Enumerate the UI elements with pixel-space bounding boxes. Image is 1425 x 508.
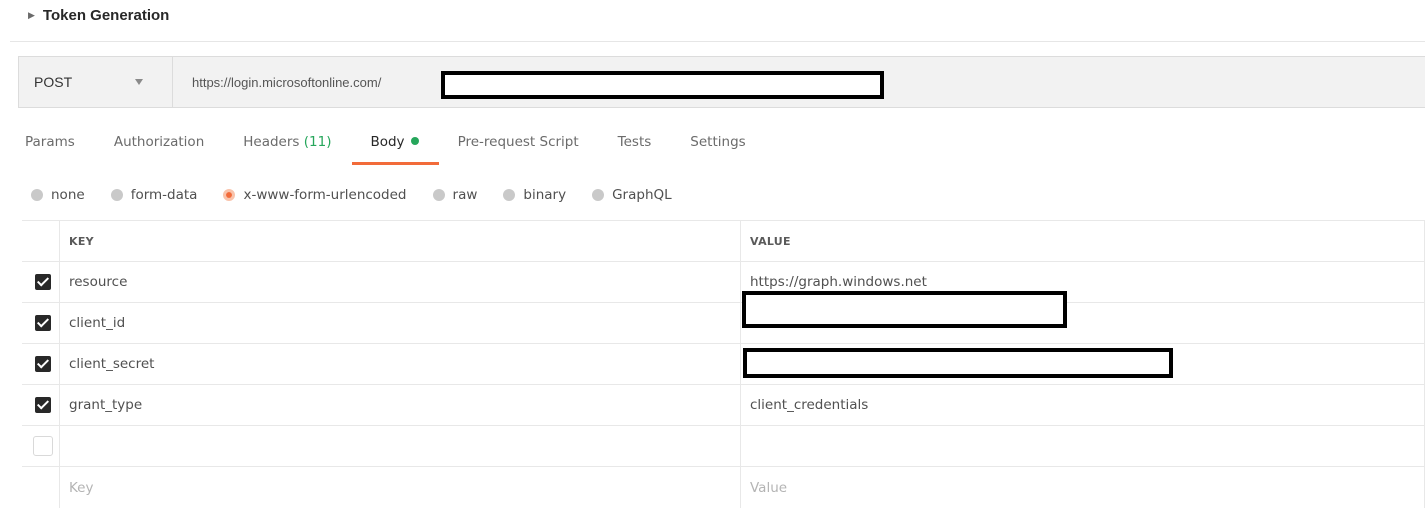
radio-raw[interactable]: raw xyxy=(432,187,477,203)
key-cell[interactable]: client_secret xyxy=(60,344,741,384)
tab-body[interactable]: Body xyxy=(352,134,439,165)
value-cell[interactable] xyxy=(741,344,1425,384)
request-bar: POST https://login.microsoftonline.com/ xyxy=(18,56,1425,108)
value-cell[interactable] xyxy=(741,291,1425,343)
params-table: KEY VALUE resource https://graph.windows… xyxy=(22,220,1425,508)
request-title[interactable]: Token Generation xyxy=(43,7,169,24)
checkbox-unchecked-icon[interactable] xyxy=(32,436,53,456)
key-cell[interactable] xyxy=(60,426,741,466)
radio-none[interactable]: none xyxy=(31,187,85,203)
key-cell[interactable]: grant_type xyxy=(60,385,741,425)
radio-button-icon[interactable] xyxy=(503,189,516,201)
tab-headers[interactable]: Headers (11) xyxy=(243,134,331,164)
column-header-value: VALUE xyxy=(741,221,1425,261)
tab-pre-request-script[interactable]: Pre-request Script xyxy=(458,134,579,164)
redacted-client-id-box xyxy=(742,291,1067,328)
key-cell[interactable]: resource xyxy=(60,262,741,302)
radio-x-www-form-urlencoded[interactable]: x-www-form-urlencoded xyxy=(223,187,407,203)
body-type-selector: none form-data x-www-form-urlencoded raw… xyxy=(31,185,698,205)
url-input[interactable]: https://login.microsoftonline.com/ xyxy=(173,57,1425,107)
tab-tests[interactable]: Tests xyxy=(618,134,652,164)
checkbox-checked-icon[interactable] xyxy=(34,356,51,372)
request-tabs: Params Authorization Headers (11) Body P… xyxy=(25,134,785,165)
value-cell[interactable] xyxy=(741,426,1425,466)
key-cell[interactable]: client_id xyxy=(60,303,741,343)
new-value-input[interactable]: Value xyxy=(741,467,1425,508)
checkbox-checked-icon[interactable] xyxy=(34,274,51,290)
table-row: resource https://graph.windows.net xyxy=(22,262,1425,303)
triangle-right-icon[interactable]: ▶ xyxy=(28,11,35,21)
radio-graphql[interactable]: GraphQL xyxy=(592,187,672,203)
chevron-down-icon xyxy=(135,79,143,85)
collection-request-header[interactable]: ▶ Token Generation xyxy=(28,4,169,26)
checkbox-checked-icon[interactable] xyxy=(34,397,51,413)
new-key-input[interactable]: Key xyxy=(60,467,741,508)
radio-button-icon[interactable] xyxy=(31,189,43,201)
tab-authorization[interactable]: Authorization xyxy=(114,134,204,164)
headers-count: (11) xyxy=(303,134,332,150)
table-row xyxy=(22,426,1425,467)
table-header-row: KEY VALUE xyxy=(22,220,1425,262)
tab-params[interactable]: Params xyxy=(25,134,75,164)
divider xyxy=(10,41,1425,42)
radio-button-icon[interactable] xyxy=(592,189,605,201)
radio-binary[interactable]: binary xyxy=(503,187,566,203)
column-header-key: KEY xyxy=(60,221,741,261)
status-dot-icon xyxy=(410,137,419,145)
radio-button-icon[interactable] xyxy=(110,189,123,201)
radio-form-data[interactable]: form-data xyxy=(110,187,197,203)
radio-button-icon[interactable] xyxy=(432,189,445,201)
url-text: https://login.microsoftonline.com/ xyxy=(192,74,382,90)
redacted-client-secret-box xyxy=(743,348,1173,378)
tab-settings[interactable]: Settings xyxy=(690,134,745,164)
table-row: grant_type client_credentials xyxy=(22,385,1425,426)
method-label: POST xyxy=(34,74,73,90)
value-cell[interactable]: client_credentials xyxy=(741,385,1425,425)
redacted-url-box xyxy=(441,71,884,99)
radio-button-selected-icon[interactable] xyxy=(223,189,236,201)
checkbox-checked-icon[interactable] xyxy=(34,315,51,331)
table-row: client_secret xyxy=(22,344,1425,385)
new-param-row: Key Value xyxy=(22,467,1425,508)
table-row: client_id xyxy=(22,291,1425,344)
method-select[interactable]: POST xyxy=(19,57,173,107)
